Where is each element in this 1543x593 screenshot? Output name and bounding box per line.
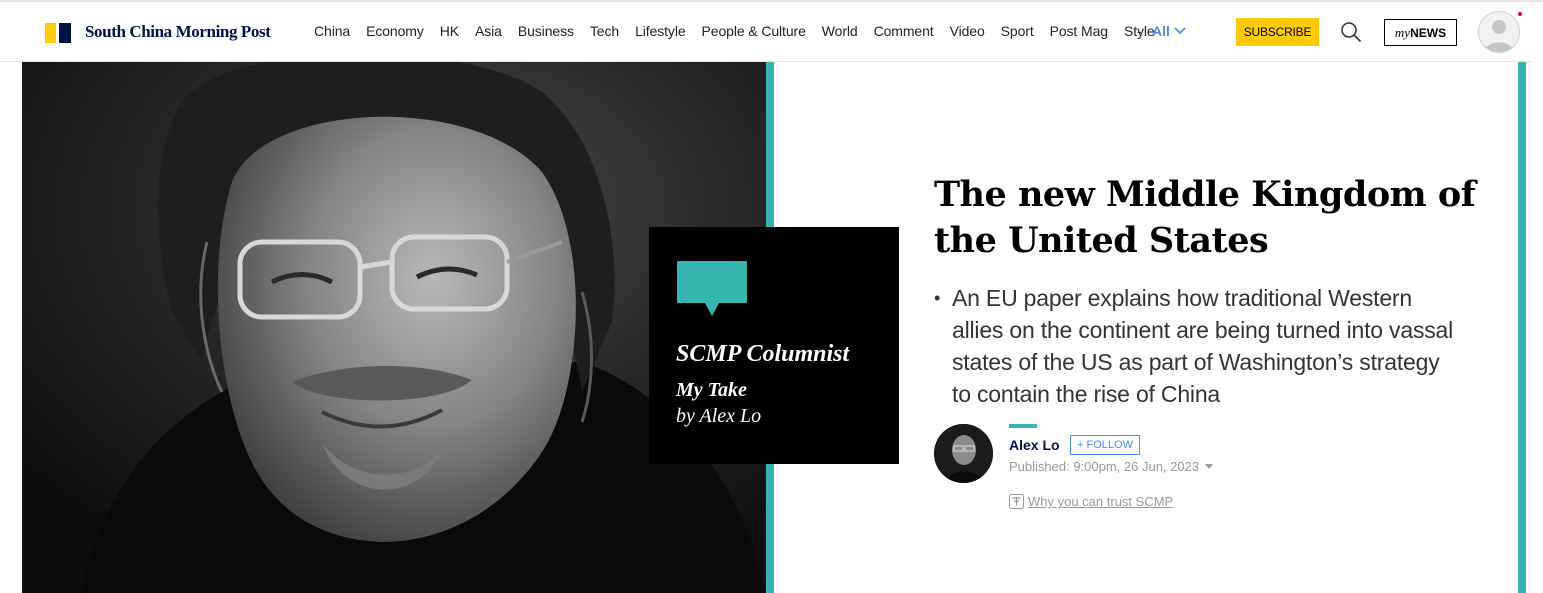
logo-navy-block <box>59 23 71 43</box>
columnist-badge: SCMP Columnist My Take by Alex Lo <box>649 227 899 464</box>
article-headline: The new Middle Kingdom of the United Sta… <box>934 174 1476 261</box>
nav-link-asia[interactable]: Asia <box>475 23 502 39</box>
author-name-link[interactable]: Alex Lo <box>1009 437 1060 453</box>
caret-down-icon <box>1205 464 1214 469</box>
author-avatar[interactable] <box>934 424 993 483</box>
summary-bullet: • <box>934 288 941 308</box>
trust-badge-icon <box>1009 494 1024 509</box>
trust-link-text: Why you can trust SCMP <box>1028 494 1174 509</box>
nav-link-people-culture[interactable]: People & Culture <box>702 23 806 39</box>
author-portrait-illustration <box>934 424 993 483</box>
site-logo-text[interactable]: South China Morning Post <box>85 22 271 42</box>
published-date: Published: 9:00pm, 26 Jun, 2023 <box>1009 459 1200 474</box>
subscribe-button[interactable]: SUBSCRIBE <box>1236 18 1319 46</box>
nav-link-economy[interactable]: Economy <box>366 23 424 39</box>
nav-link-tech[interactable]: Tech <box>590 23 619 39</box>
nav-link-hk[interactable]: HK <box>440 23 459 39</box>
mynews-button[interactable]: my NEWS <box>1384 19 1457 46</box>
nav-link-sport[interactable]: Sport <box>1001 23 1034 39</box>
section-nav: China Economy HK Asia Business Tech Life… <box>314 23 1155 39</box>
article-summary: • An EU paper explains how traditional W… <box>934 282 1464 410</box>
trust-scmp-link[interactable]: Why you can trust SCMP <box>1009 494 1173 509</box>
notification-dot <box>1518 12 1522 16</box>
chevron-down-icon <box>1174 27 1186 35</box>
nav-link-world[interactable]: World <box>822 23 858 39</box>
published-date-toggle[interactable]: Published: 9:00pm, 26 Jun, 2023 <box>1009 459 1214 474</box>
nav-link-business[interactable]: Business <box>518 23 574 39</box>
logo-yellow-block <box>45 23 56 43</box>
search-icon[interactable] <box>1340 21 1362 43</box>
user-avatar-icon[interactable] <box>1478 11 1520 53</box>
teal-divider-right <box>1518 62 1526 593</box>
nav-all-dropdown[interactable]: All <box>1152 23 1186 39</box>
columnist-byline: by Alex Lo <box>676 405 762 427</box>
author-accent-bar <box>1009 424 1037 428</box>
nav-link-comment[interactable]: Comment <box>874 23 934 39</box>
scmp-logo-icon[interactable] <box>45 23 71 43</box>
mynews-prefix: my <box>1394 24 1411 40</box>
nav-all-label: All <box>1152 23 1170 39</box>
nav-link-lifestyle[interactable]: Lifestyle <box>635 23 686 39</box>
summary-text: An EU paper explains how traditional Wes… <box>952 285 1454 407</box>
user-silhouette-icon <box>1485 20 1513 52</box>
column-name: My Take <box>676 379 747 401</box>
nav-link-post-mag[interactable]: Post Mag <box>1050 23 1108 39</box>
nav-separator: - <box>1137 23 1142 39</box>
columnist-title: SCMP Columnist <box>676 341 850 367</box>
mynews-suffix: NEWS <box>1410 25 1447 40</box>
speech-bubble-icon <box>677 261 747 316</box>
nav-link-china[interactable]: China <box>314 23 350 39</box>
top-navbar: South China Morning Post China Economy H… <box>0 2 1533 62</box>
nav-link-video[interactable]: Video <box>950 23 985 39</box>
follow-author-button[interactable]: + FOLLOW <box>1070 435 1140 455</box>
